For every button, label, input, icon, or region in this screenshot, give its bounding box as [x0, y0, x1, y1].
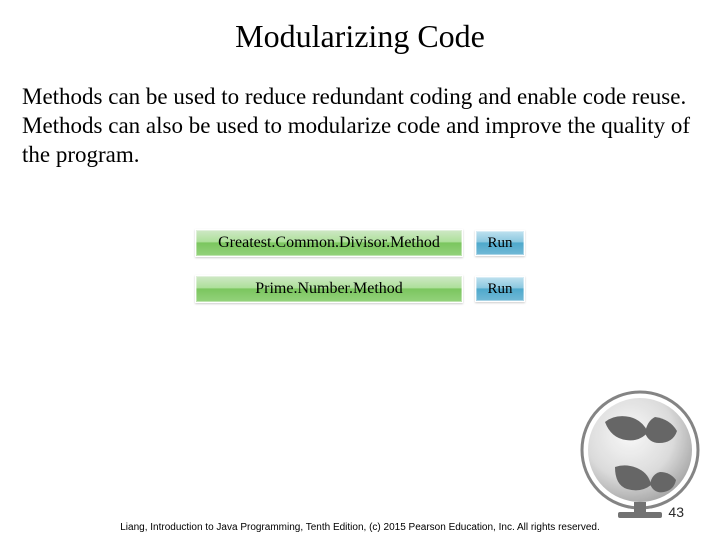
button-row-1: Greatest.Common.Divisor.Method Run [20, 229, 700, 257]
run-button-1[interactable]: Run [475, 230, 525, 256]
button-row-2: Prime.Number.Method Run [20, 275, 700, 303]
slide: Modularizing Code Methods can be used to… [0, 0, 720, 540]
body-paragraph: Methods can be used to reduce redundant … [20, 83, 700, 169]
run-button-2[interactable]: Run [475, 276, 525, 302]
footer-copyright: Liang, Introduction to Java Programming,… [0, 522, 720, 534]
page-number: 43 [668, 504, 684, 520]
gcd-method-button[interactable]: Greatest.Common.Divisor.Method [195, 229, 463, 257]
slide-title: Modularizing Code [20, 18, 700, 55]
prime-number-method-button[interactable]: Prime.Number.Method [195, 275, 463, 303]
globe-icon [560, 372, 710, 522]
